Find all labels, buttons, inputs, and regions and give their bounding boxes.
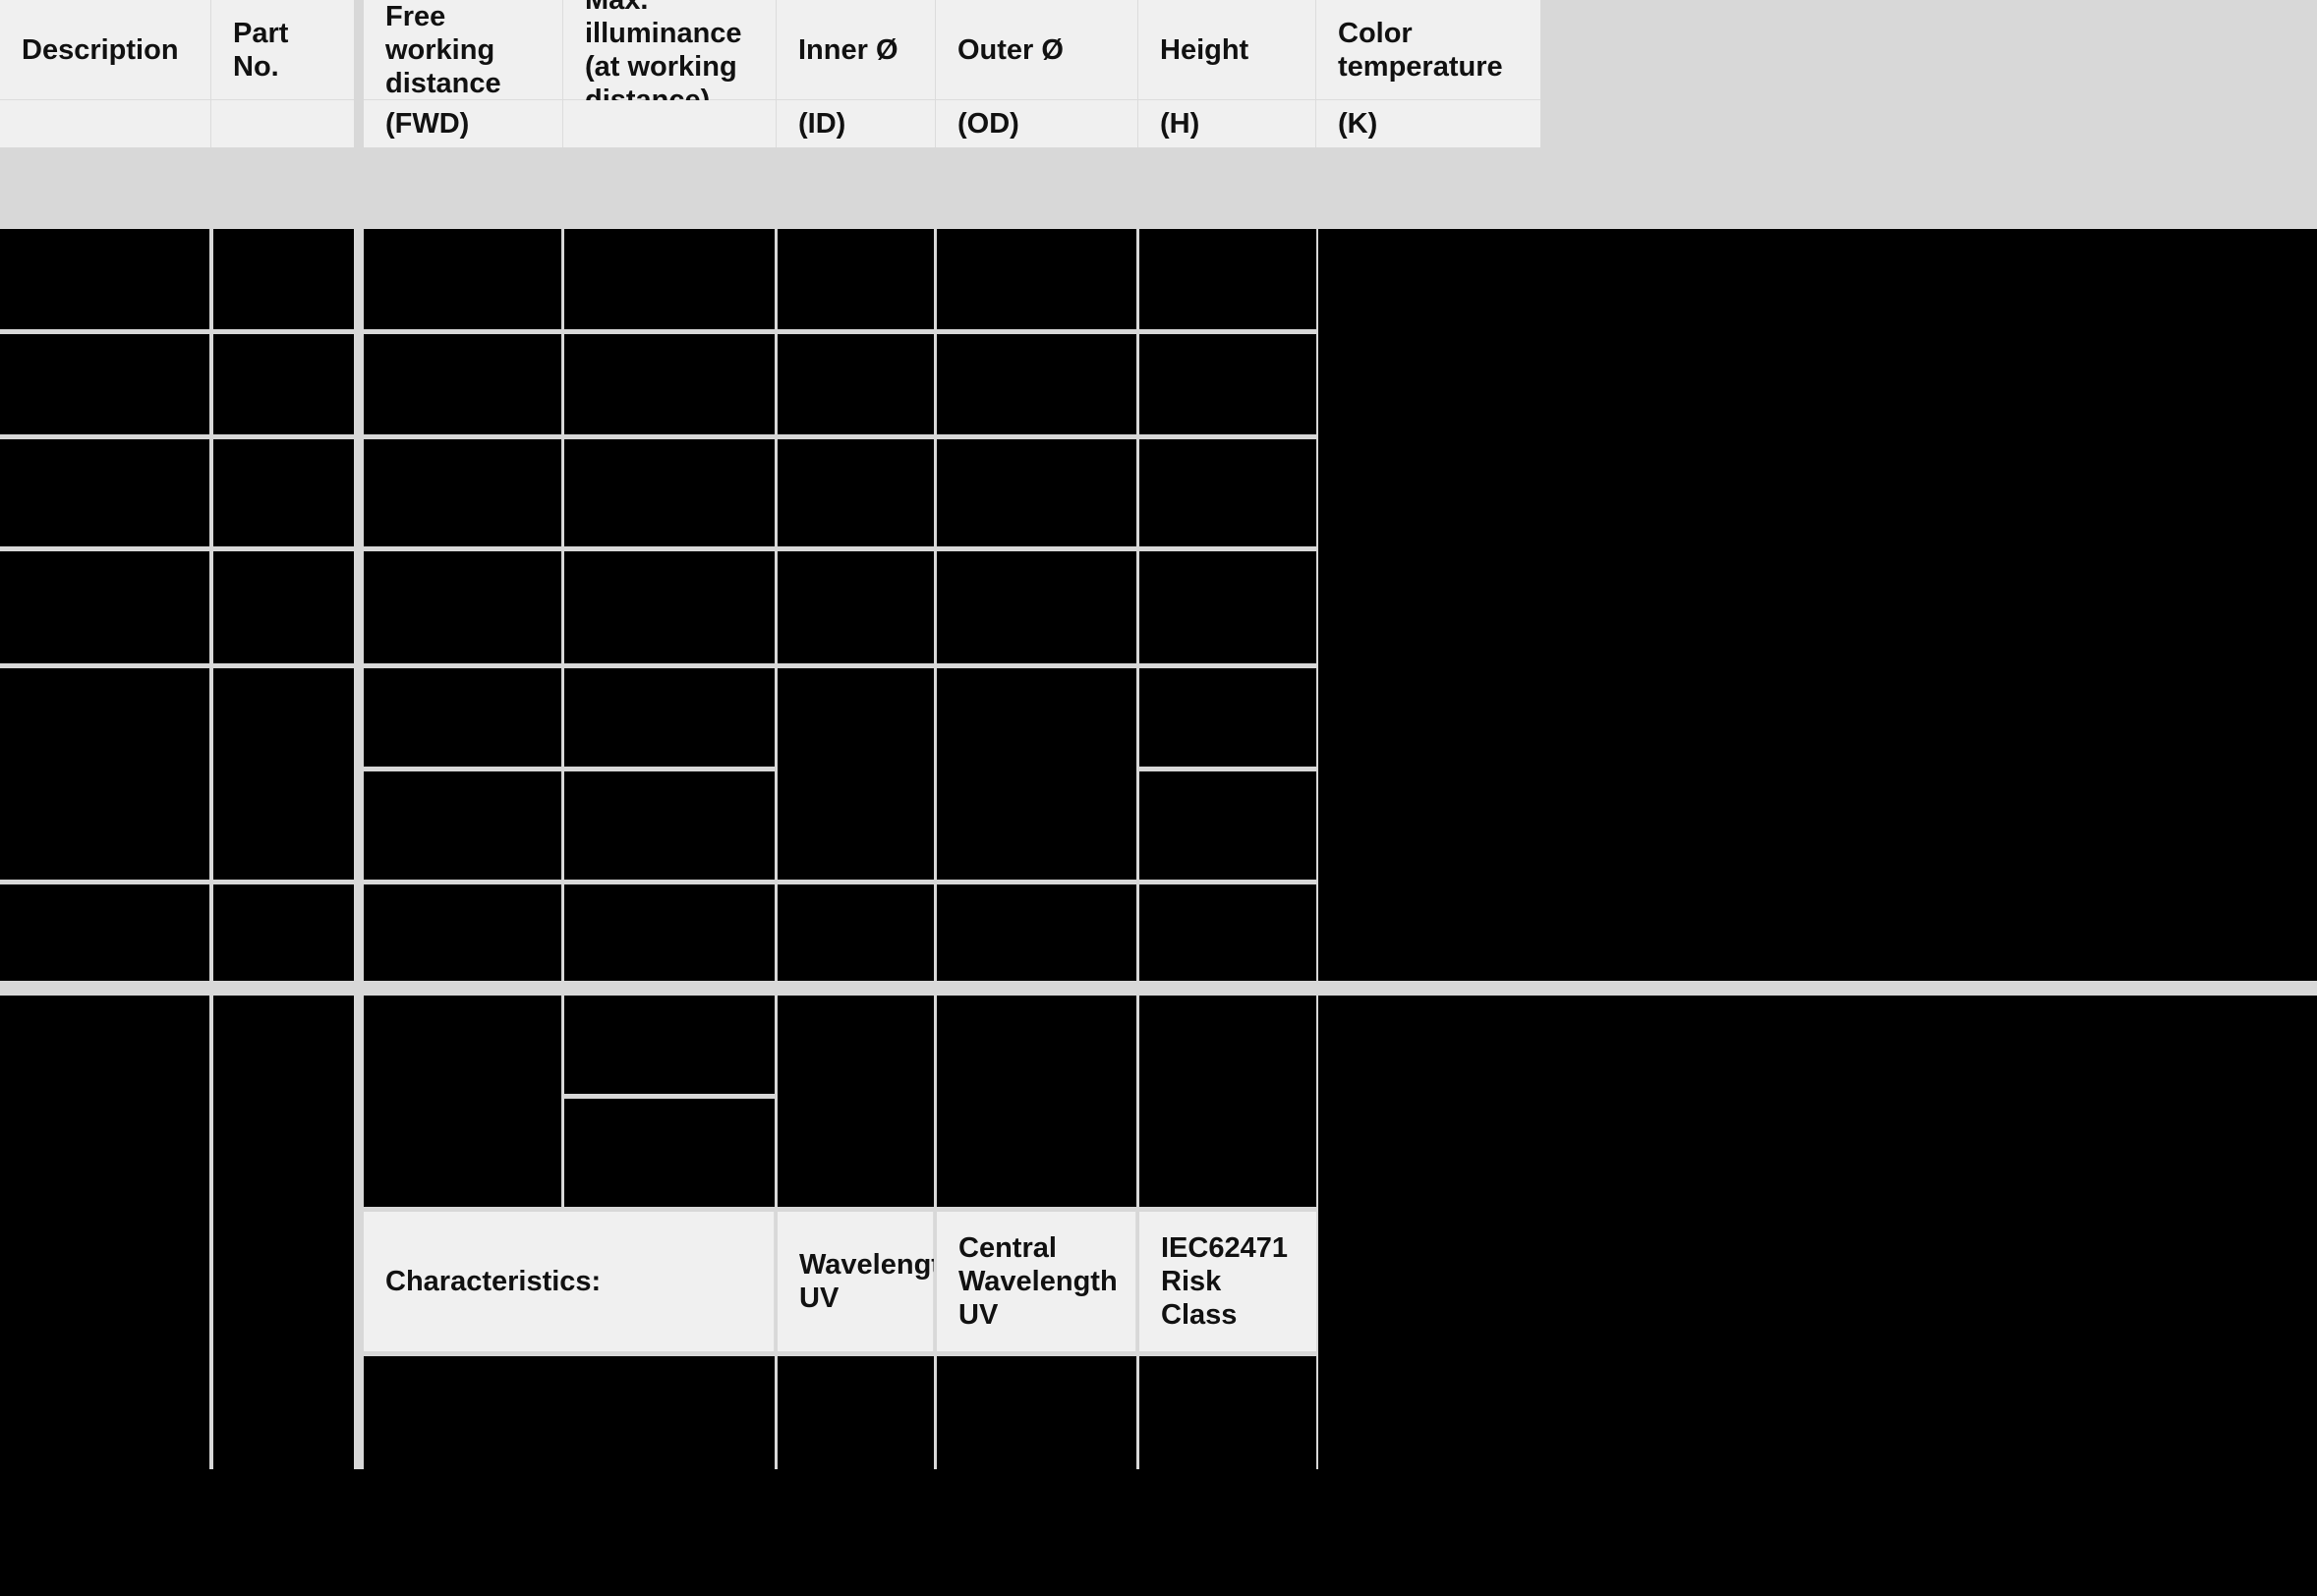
table-cell-height (1139, 668, 1316, 767)
table-cell-description (0, 668, 209, 880)
table-cell-height (1139, 334, 1316, 434)
table-cell-outer-diameter (937, 551, 1136, 663)
column-subheader-max-illuminance (563, 100, 777, 147)
table-cell-max-illuminance (564, 439, 775, 546)
table-cell-inner-diameter (778, 668, 934, 880)
table-cell-fwd (364, 884, 561, 981)
table-cell-height (1139, 551, 1316, 663)
table-cell-fwd (364, 334, 561, 434)
table-cell-max-illuminance (564, 668, 775, 767)
column-subheader-free-working-distance: (FWD) (364, 100, 563, 147)
table-cell-inner-diameter (778, 996, 934, 1207)
column-header-outer-diameter: Outer Ø (936, 0, 1138, 100)
table-cell-height (1139, 996, 1316, 1207)
table-cell-inner-diameter (778, 229, 934, 329)
table-cell-outer-diameter (937, 439, 1136, 546)
column-header-part-no: Part No. (211, 0, 354, 100)
table-cell-max-illuminance (564, 334, 775, 434)
table-cell-description (0, 551, 209, 663)
table-cell-part-no (213, 551, 354, 663)
table-cell-description (0, 229, 209, 329)
table-cell-fwd (364, 551, 561, 663)
table-cell-part-no (213, 439, 354, 546)
table-cell-outer-diameter (937, 229, 1136, 329)
table-cell-part-no (213, 334, 354, 434)
column-subheader-inner-diameter: (ID) (777, 100, 936, 147)
table-cell-characteristics-value (364, 1356, 775, 1469)
table-cell-inner-diameter (778, 334, 934, 434)
table-cell-description (0, 439, 209, 546)
column-header-description: Description (0, 0, 211, 100)
table-cell-outer-diameter (937, 884, 1136, 981)
table-cell-outer-diameter (937, 334, 1136, 434)
table-cell-outer-diameter (937, 996, 1136, 1207)
table-cell-fwd (364, 771, 561, 880)
column-subheader-color-temperature: (K) (1316, 100, 1540, 147)
table-cell-fwd (364, 439, 561, 546)
column-header-inner-diameter: Inner Ø (777, 0, 936, 100)
table-cell-fwd (364, 229, 561, 329)
characteristics-central-wavelength-uv-header: Central Wavelength UV (937, 1212, 1136, 1351)
table-cell-inner-diameter (778, 551, 934, 663)
column-subheader-outer-diameter: (OD) (936, 100, 1138, 147)
table-cell-part-no (213, 996, 354, 1469)
table-cell-max-illuminance (564, 884, 775, 981)
table-cell-max-illuminance (564, 229, 775, 329)
characteristics-risk-class-header: IEC62471 Risk Class (1139, 1212, 1316, 1351)
column-subheader-part-no (211, 100, 354, 147)
table-cell-part-no (213, 884, 354, 981)
table-cell-height (1139, 771, 1316, 880)
table-cell-max-illuminance (564, 996, 775, 1094)
table-cell-outer-diameter (937, 668, 1136, 880)
page-footer-fill (0, 1469, 2317, 1596)
table-cell-inner-diameter (778, 884, 934, 981)
table-cell-iec62471-risk-class (1139, 1356, 1316, 1469)
column-subheader-description (0, 100, 211, 147)
table-cell-fwd (364, 668, 561, 767)
table-cell-color-temperature (1318, 996, 2317, 1469)
table-cell-part-no (213, 668, 354, 880)
table-cell-description (0, 996, 209, 1469)
table-cell-description (0, 334, 209, 434)
table-cell-color-temperature (1318, 229, 2317, 981)
column-header-height: Height (1138, 0, 1316, 100)
table-cell-wavelength-uv (778, 1356, 934, 1469)
table-cell-height (1139, 229, 1316, 329)
table-cell-central-wavelength-uv (937, 1356, 1136, 1469)
characteristics-label: Characteristics: (364, 1212, 775, 1351)
table-cell-height (1139, 884, 1316, 981)
table-cell-part-no (213, 229, 354, 329)
column-subheader-height: (H) (1138, 100, 1316, 147)
table-cell-max-illuminance (564, 771, 775, 880)
table-cell-max-illuminance (564, 1099, 775, 1207)
column-header-free-working-distance: Free working distance (364, 0, 563, 100)
specification-sheet: Description Part No. Free working distan… (0, 0, 2317, 1596)
table-cell-max-illuminance (564, 551, 775, 663)
table-cell-height (1139, 439, 1316, 546)
table-cell-description (0, 884, 209, 981)
table-cell-fwd (364, 996, 561, 1207)
column-header-max-illuminance: Max. illuminance (at working distance) (563, 0, 777, 100)
table-cell-inner-diameter (778, 439, 934, 546)
characteristics-wavelength-uv-header: Wavelength UV (778, 1212, 934, 1351)
column-header-color-temperature: Color temperature (1316, 0, 1540, 100)
